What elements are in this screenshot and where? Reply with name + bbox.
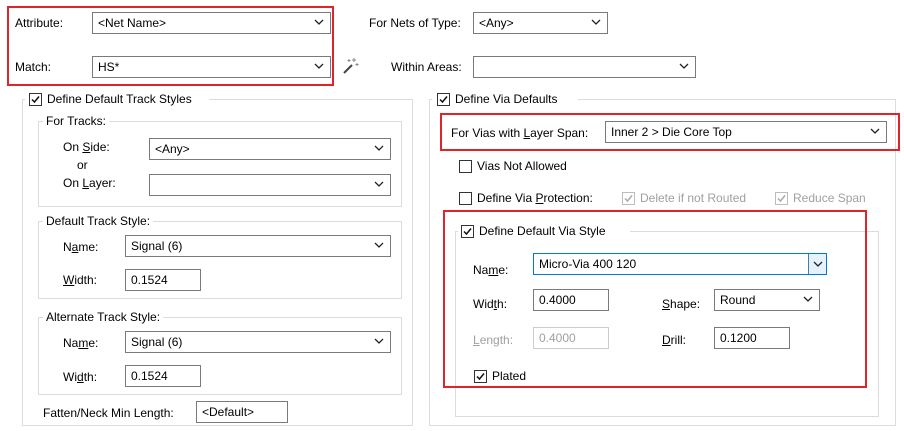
define-via-defaults-checkbox[interactable] [437, 93, 450, 106]
on-side-combo[interactable]: <Any> [149, 138, 391, 160]
on-layer-label: On Layer: [63, 176, 116, 190]
highlight-box-default-via-style [443, 210, 867, 388]
define-via-protection-label: Define Via Protection: [477, 191, 593, 205]
define-via-defaults-label: Define Via Defaults [455, 92, 558, 106]
fatten-neck-field[interactable]: <Default> [196, 401, 288, 423]
define-track-styles-checkbox[interactable] [29, 93, 42, 106]
default-track-style-group [38, 221, 402, 299]
chevron-down-icon [679, 63, 689, 69]
check-icon [777, 195, 786, 203]
default-track-name-value: Signal (6) [131, 239, 183, 253]
on-layer-combo[interactable] [149, 174, 391, 196]
highlight-box-net-filter [7, 6, 334, 86]
vias-not-allowed-checkbox[interactable] [459, 160, 472, 173]
define-track-styles-label: Define Default Track Styles [47, 92, 192, 106]
default-track-style-title: Default Track Style: [43, 214, 154, 228]
nets-type-combo[interactable]: <Any> [473, 12, 608, 34]
nets-type-value: <Any> [479, 16, 514, 30]
alt-track-name-value: Signal (6) [131, 335, 183, 349]
within-areas-label: Within Areas: [391, 60, 462, 74]
delete-if-not-routed-label: Delete if not Routed [640, 191, 747, 205]
on-side-label: On Side: [63, 140, 110, 154]
reduce-span-checkbox[interactable] [775, 192, 788, 205]
chevron-down-icon [374, 181, 384, 187]
chevron-down-icon [591, 19, 601, 25]
default-width-label: Width: [63, 273, 98, 287]
magic-wand-button[interactable] [340, 56, 360, 76]
magic-wand-icon [343, 58, 359, 74]
within-areas-combo[interactable] [473, 56, 696, 78]
reduce-span-label: Reduce Span [793, 191, 866, 205]
check-icon [439, 96, 448, 104]
alt-track-width-value: 0.1524 [131, 369, 168, 383]
default-track-name-combo[interactable]: Signal (6) [125, 235, 391, 257]
vias-not-allowed-label: Vias Not Allowed [477, 159, 567, 173]
nets-type-label: For Nets of Type: [369, 16, 461, 30]
highlight-box-layer-span [440, 113, 900, 151]
alt-track-width-field[interactable]: 0.1524 [125, 365, 201, 387]
fatten-neck-value: <Default> [202, 405, 255, 419]
alt-name-label: Name: [63, 336, 99, 350]
for-tracks-title: For Tracks: [43, 114, 110, 128]
chevron-down-icon [374, 145, 384, 151]
or-label: or [77, 158, 88, 172]
alt-track-name-combo[interactable]: Signal (6) [125, 331, 391, 353]
check-icon [624, 195, 633, 203]
default-track-width-value: 0.1524 [131, 273, 168, 287]
alternate-track-style-title: Alternate Track Style: [43, 310, 164, 324]
default-track-width-field[interactable]: 0.1524 [125, 269, 201, 291]
default-name-label: Name: [63, 240, 99, 254]
check-icon [31, 96, 40, 104]
on-side-value: <Any> [155, 142, 190, 156]
chevron-down-icon [374, 338, 384, 344]
define-via-protection-checkbox[interactable] [459, 192, 472, 205]
delete-if-not-routed-checkbox[interactable] [622, 192, 635, 205]
fatten-neck-label: Fatten/Neck Min Length: [43, 406, 174, 420]
alt-width-label: Width: [63, 370, 98, 384]
chevron-down-icon [374, 242, 384, 248]
